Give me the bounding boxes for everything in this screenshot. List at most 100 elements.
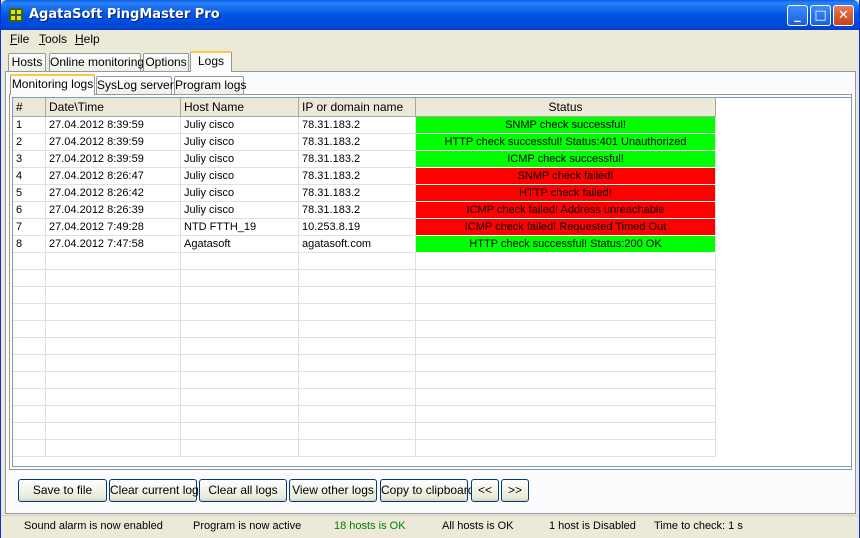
- cell-ip: 78.31.183.2: [299, 185, 416, 202]
- status-hosts-disabled: 1 host is Disabled: [549, 520, 636, 532]
- cell-host-name: [181, 338, 299, 355]
- cell-host-name: [181, 321, 299, 338]
- cell-number: 7: [13, 219, 46, 236]
- cell-host-name: [181, 372, 299, 389]
- cell-ip: [299, 389, 416, 406]
- tab-logs[interactable]: Logs: [190, 51, 232, 72]
- column-header-ip[interactable]: IP or domain name: [299, 98, 416, 116]
- cell-host-name: Juliy cisco: [181, 134, 299, 151]
- cell-ip: [299, 423, 416, 440]
- menu-file[interactable]: File: [10, 32, 29, 46]
- cell-ip: 78.31.183.2: [299, 134, 416, 151]
- table-row[interactable]: 4 27.04.2012 8:26:47 Juliy cisco 78.31.183.…: [13, 168, 716, 185]
- cell-number: [13, 321, 46, 338]
- menu-help[interactable]: Help: [75, 32, 100, 46]
- table-row[interactable]: 2 27.04.2012 8:39:59 Juliy cisco 78.31.183.…: [13, 134, 716, 151]
- cell-host-name: [181, 406, 299, 423]
- main-tabs: Hosts Online monitoring Options Logs: [1, 51, 859, 73]
- copy-to-clipboard-button[interactable]: Copy to clipboard: [380, 479, 474, 502]
- status-hosts-ok: 18 hosts is OK: [334, 520, 406, 532]
- next-page-button[interactable]: >>: [501, 479, 529, 502]
- cell-ip: 78.31.183.2: [299, 168, 416, 185]
- menu-tools[interactable]: Tools: [39, 32, 67, 46]
- maximize-icon[interactable]: □: [810, 5, 831, 26]
- cell-number: 3: [13, 151, 46, 168]
- cell-host-name: [181, 423, 299, 440]
- cell-number: [13, 304, 46, 321]
- cell-status: SNMP check failed!: [416, 168, 716, 185]
- status-all-hosts-ok: All hosts is OK: [442, 520, 514, 532]
- cell-host-name: Juliy cisco: [181, 168, 299, 185]
- cell-datetime: [46, 321, 181, 338]
- empty-row: [13, 270, 716, 287]
- cell-datetime: 27.04.2012 8:26:42: [46, 185, 181, 202]
- cell-ip: [299, 372, 416, 389]
- table-row[interactable]: 1 27.04.2012 8:39:59 Juliy cisco 78.31.183.…: [13, 117, 716, 134]
- cell-ip: 78.31.183.2: [299, 151, 416, 168]
- title-bar[interactable]: AgataSoft PingMaster Pro _ □ ✕: [1, 0, 859, 30]
- cell-status: ICMP check failed! Requested Timed Out: [416, 219, 716, 236]
- cell-status: [416, 338, 716, 355]
- cell-datetime: 27.04.2012 8:39:59: [46, 117, 181, 134]
- clear-all-logs-button[interactable]: Clear all logs: [199, 479, 287, 502]
- cell-status: ICMP check failed! Address unreachable: [416, 202, 716, 219]
- cell-number: 1: [13, 117, 46, 134]
- cell-status: HTTP check successful! Status:200 OK: [416, 236, 716, 253]
- previous-page-button[interactable]: <<: [471, 479, 499, 502]
- save-to-file-button[interactable]: Save to file: [18, 479, 107, 502]
- tab-hosts[interactable]: Hosts: [8, 53, 46, 71]
- table-row[interactable]: 7 27.04.2012 7:49:28 NTD FTTH_19 10.253.8.1…: [13, 219, 716, 236]
- cell-status: [416, 440, 716, 457]
- empty-row: [13, 406, 716, 423]
- cell-number: 6: [13, 202, 46, 219]
- log-grid[interactable]: # Date\Time Host Name IP or domain name …: [12, 97, 852, 467]
- cell-status: [416, 270, 716, 287]
- cell-datetime: [46, 253, 181, 270]
- cell-ip: agatasoft.com: [299, 236, 416, 253]
- empty-row: [13, 321, 716, 338]
- table-row[interactable]: 5 27.04.2012 8:26:42 Juliy cisco 78.31.183.…: [13, 185, 716, 202]
- empty-row: [13, 253, 716, 270]
- grid-header: # Date\Time Host Name IP or domain name …: [13, 98, 716, 117]
- cell-datetime: 27.04.2012 8:39:59: [46, 151, 181, 168]
- empty-row: [13, 423, 716, 440]
- close-icon[interactable]: ✕: [833, 5, 854, 26]
- window-title: AgataSoft PingMaster Pro: [29, 7, 220, 22]
- cell-status: [416, 253, 716, 270]
- cell-ip: 78.31.183.2: [299, 117, 416, 134]
- cell-number: 4: [13, 168, 46, 185]
- cell-host-name: [181, 355, 299, 372]
- cell-datetime: [46, 355, 181, 372]
- empty-row: [13, 440, 716, 457]
- cell-datetime: [46, 423, 181, 440]
- table-row[interactable]: 8 27.04.2012 7:47:58 Agatasoft agatasoft.co…: [13, 236, 716, 253]
- tab-monitoring-logs[interactable]: Monitoring logs: [10, 74, 95, 95]
- column-header-host-name[interactable]: Host Name: [181, 98, 299, 116]
- column-header-status[interactable]: Status: [416, 98, 716, 116]
- tab-syslog-server[interactable]: SysLog server: [96, 76, 174, 94]
- cell-ip: [299, 287, 416, 304]
- app-icon: [9, 8, 23, 22]
- cell-ip: [299, 270, 416, 287]
- cell-host-name: [181, 253, 299, 270]
- cell-datetime: 27.04.2012 8:26:47: [46, 168, 181, 185]
- empty-row: [13, 304, 716, 321]
- cell-number: [13, 287, 46, 304]
- cell-number: [13, 389, 46, 406]
- tab-options[interactable]: Options: [143, 53, 189, 71]
- clear-current-log-button[interactable]: Clear current log: [109, 479, 199, 502]
- view-other-logs-button[interactable]: View other logs: [289, 479, 377, 502]
- tab-online-monitoring[interactable]: Online monitoring: [49, 53, 144, 71]
- column-header-datetime[interactable]: Date\Time: [46, 98, 181, 116]
- table-row[interactable]: 3 27.04.2012 8:39:59 Juliy cisco 78.31.183.…: [13, 151, 716, 168]
- cell-number: [13, 423, 46, 440]
- table-row[interactable]: 6 27.04.2012 8:26:39 Juliy cisco 78.31.183.…: [13, 202, 716, 219]
- minimize-icon[interactable]: _: [787, 5, 808, 26]
- cell-datetime: [46, 406, 181, 423]
- empty-row: [13, 355, 716, 372]
- column-header-number[interactable]: #: [13, 98, 46, 116]
- cell-host-name: Agatasoft: [181, 236, 299, 253]
- empty-row: [13, 338, 716, 355]
- tab-program-logs[interactable]: Program logs: [174, 76, 246, 94]
- cell-datetime: [46, 372, 181, 389]
